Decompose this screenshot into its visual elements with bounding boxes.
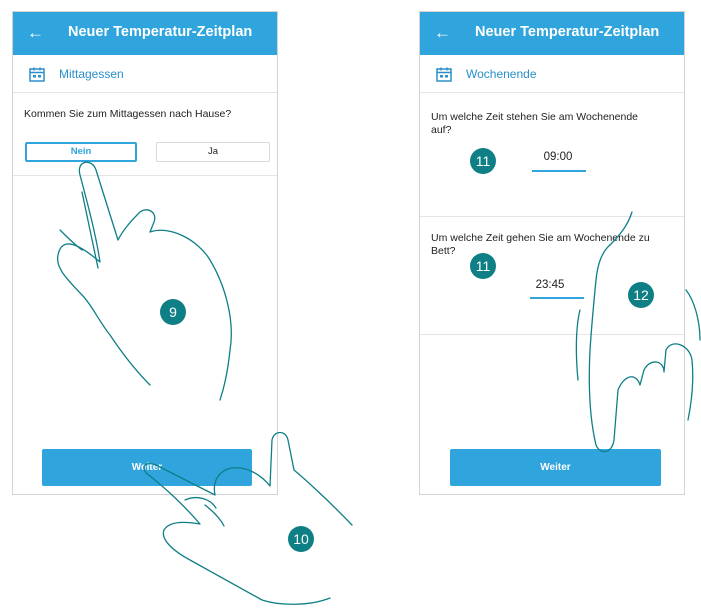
wake-time-underline: [532, 170, 586, 172]
callout-badge: 12: [628, 282, 654, 308]
page-title: Neuer Temperatur-Zeitplan: [475, 24, 660, 40]
bed-time-value[interactable]: 23:45: [528, 279, 572, 291]
callout-badge: 10: [288, 526, 314, 552]
section-label: Wochenende: [466, 67, 537, 81]
divider: [420, 216, 684, 217]
calendar-icon: [436, 67, 452, 82]
divider: [13, 175, 277, 176]
calendar-icon: [29, 67, 45, 82]
section-label: Mittagessen: [59, 67, 124, 81]
page-title: Neuer Temperatur-Zeitplan: [68, 24, 253, 40]
back-arrow-icon[interactable]: ←: [27, 23, 44, 43]
bed-question: Um welche Zeit gehen Sie am Wochenende z…: [431, 232, 650, 257]
callout-badge: 11: [470, 148, 496, 174]
back-arrow-icon[interactable]: ←: [434, 23, 451, 43]
bed-time-underline: [530, 297, 584, 299]
wake-question: Um welche Zeit stehen Sie am Wochenende …: [431, 111, 638, 136]
left-screen: ← Neuer Temperatur-Zeitplan Mittagessen …: [12, 11, 278, 495]
section-header: Wochenende: [420, 55, 684, 93]
hand-outline-icon: [184, 497, 225, 527]
lunch-question: Kommen Sie zum Mittagessen nach Hause?: [24, 108, 232, 120]
option-nein-button[interactable]: Nein: [25, 142, 137, 162]
app-bar: ← Neuer Temperatur-Zeitplan: [13, 12, 277, 55]
callout-badge: 11: [470, 253, 496, 279]
right-screen: ← Neuer Temperatur-Zeitplan Wochenende U…: [419, 11, 685, 495]
next-button[interactable]: Weiter: [42, 449, 252, 486]
option-ja-button[interactable]: Ja: [156, 142, 270, 162]
section-header: Mittagessen: [13, 55, 277, 93]
wake-time-value[interactable]: 09:00: [536, 151, 580, 163]
callout-badge: 9: [160, 299, 186, 325]
next-button[interactable]: Weiter: [450, 449, 661, 486]
divider: [420, 334, 684, 335]
app-bar: ← Neuer Temperatur-Zeitplan: [420, 12, 684, 55]
